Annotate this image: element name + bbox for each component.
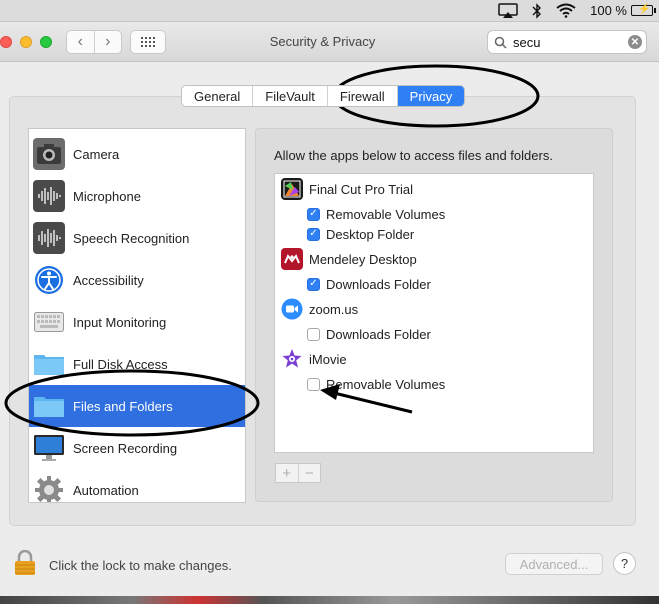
app-permissions-list: Final Cut Pro Trial ✓ Removable Volumes … bbox=[274, 173, 594, 453]
sidebar-item-input-monitoring[interactable]: Input Monitoring bbox=[29, 301, 245, 343]
permission-checkbox[interactable]: ✓ bbox=[307, 277, 320, 291]
lock-message: Click the lock to make changes. bbox=[49, 558, 232, 573]
sidebar-item-label: Speech Recognition bbox=[73, 230, 190, 246]
bluetooth-icon[interactable] bbox=[532, 2, 542, 19]
lock-icon bbox=[15, 549, 35, 575]
sidebar-item-label: Accessibility bbox=[73, 272, 144, 288]
lock-button[interactable] bbox=[14, 549, 36, 576]
display-icon bbox=[33, 432, 65, 464]
pane-description: Allow the apps below to access files and… bbox=[274, 148, 553, 163]
permission-label: Downloads Folder bbox=[326, 276, 431, 292]
app-row-imovie[interactable]: iMovie bbox=[275, 348, 593, 370]
battery-charging-icon: ⚡ bbox=[631, 4, 656, 16]
microphone-icon bbox=[33, 180, 65, 212]
sidebar-item-label: Files and Folders bbox=[73, 398, 173, 414]
add-app-button[interactable]: + bbox=[276, 464, 298, 482]
tab-firewall[interactable]: Firewall bbox=[328, 86, 398, 106]
folder-icon bbox=[33, 390, 65, 422]
camera-icon bbox=[33, 138, 65, 170]
sidebar-item-label: Full Disk Access bbox=[73, 356, 168, 372]
wifi-icon[interactable] bbox=[556, 3, 576, 18]
sidebar-item-microphone[interactable]: Microphone bbox=[29, 175, 245, 217]
permission-row[interactable]: ✓ Downloads Folder bbox=[275, 273, 593, 295]
permission-label: Downloads Folder bbox=[326, 326, 431, 342]
sidebar-item-speech-recognition[interactable]: Speech Recognition bbox=[29, 217, 245, 259]
search-icon bbox=[494, 36, 507, 49]
tab-privacy[interactable]: Privacy bbox=[397, 86, 465, 106]
sidebar-item-label: Automation bbox=[73, 482, 139, 498]
add-remove-buttons: + − bbox=[275, 463, 321, 483]
permission-label: Removable Volumes bbox=[326, 206, 446, 222]
battery-status[interactable]: 100 % ⚡ bbox=[590, 3, 656, 18]
security-privacy-window: ‹ › Security & Privacy secu ✕ General Fi… bbox=[0, 22, 659, 596]
sidebar-item-label: Microphone bbox=[73, 188, 141, 204]
sidebar-item-label: Screen Recording bbox=[73, 440, 178, 456]
permission-checkbox[interactable]: ✓ bbox=[307, 207, 320, 221]
search-input[interactable]: secu bbox=[513, 35, 628, 50]
sidebar-item-accessibility[interactable]: Accessibility bbox=[29, 259, 245, 301]
final-cut-pro-icon bbox=[281, 178, 303, 200]
speech-recognition-icon bbox=[33, 222, 65, 254]
app-row-final-cut-pro[interactable]: Final Cut Pro Trial bbox=[275, 178, 593, 200]
imovie-icon bbox=[281, 348, 303, 370]
mendeley-icon bbox=[281, 248, 303, 270]
clear-search-icon[interactable]: ✕ bbox=[628, 35, 642, 49]
battery-percentage: 100 % bbox=[590, 3, 627, 18]
remove-app-button[interactable]: − bbox=[297, 464, 321, 482]
sidebar-item-camera[interactable]: Camera bbox=[29, 133, 245, 175]
accessibility-icon bbox=[33, 264, 65, 296]
sidebar-item-full-disk-access[interactable]: Full Disk Access bbox=[29, 343, 245, 385]
app-name: iMovie bbox=[309, 351, 347, 367]
sidebar-item-automation[interactable]: Automation bbox=[29, 469, 245, 502]
sidebar-item-screen-recording[interactable]: Screen Recording bbox=[29, 427, 245, 469]
tab-filevault[interactable]: FileVault bbox=[253, 86, 328, 106]
app-name: Final Cut Pro Trial bbox=[309, 181, 414, 197]
permission-row[interactable]: ✓ Removable Volumes bbox=[275, 203, 593, 225]
tab-bar: General FileVault Firewall Privacy bbox=[181, 85, 466, 107]
tab-general[interactable]: General bbox=[182, 86, 254, 106]
permission-checkbox[interactable] bbox=[307, 327, 320, 341]
airplay-icon[interactable] bbox=[498, 2, 518, 19]
app-name: zoom.us bbox=[309, 301, 359, 317]
permission-label: Removable Volumes bbox=[326, 376, 446, 392]
zoom-icon bbox=[281, 298, 303, 320]
app-row-mendeley[interactable]: Mendeley Desktop bbox=[275, 248, 593, 270]
permission-checkbox[interactable]: ✓ bbox=[307, 227, 320, 241]
sidebar-item-files-and-folders[interactable]: Files and Folders bbox=[29, 385, 245, 427]
permission-row[interactable]: Removable Volumes bbox=[275, 373, 593, 395]
permission-label: Desktop Folder bbox=[326, 226, 415, 242]
keyboard-icon bbox=[33, 306, 65, 338]
title-bar: ‹ › Security & Privacy secu ✕ bbox=[0, 22, 659, 62]
sidebar-item-label: Input Monitoring bbox=[73, 314, 167, 330]
sidebar-item-label: Camera bbox=[73, 146, 120, 162]
gear-icon bbox=[33, 474, 65, 502]
permission-row[interactable]: Downloads Folder bbox=[275, 323, 593, 345]
permission-checkbox[interactable] bbox=[307, 377, 320, 391]
app-row-zoom[interactable]: zoom.us bbox=[275, 298, 593, 320]
search-field[interactable]: secu ✕ bbox=[487, 30, 647, 54]
help-button[interactable]: ? bbox=[613, 552, 636, 575]
app-name: Mendeley Desktop bbox=[309, 251, 417, 267]
advanced-button[interactable]: Advanced... bbox=[505, 553, 603, 575]
permission-row[interactable]: ✓ Desktop Folder bbox=[275, 223, 593, 245]
privacy-category-list: Camera Microphone Speech Recognition Acc… bbox=[28, 128, 246, 503]
folder-icon bbox=[33, 348, 65, 380]
background-strip bbox=[0, 596, 659, 604]
menu-bar: 100 % ⚡ bbox=[0, 0, 659, 22]
